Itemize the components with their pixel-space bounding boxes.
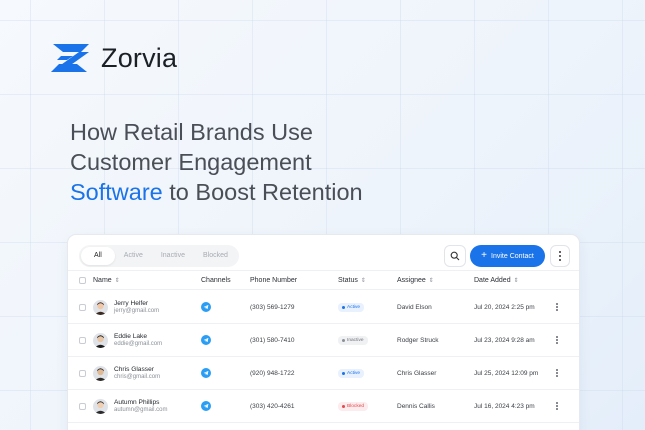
status-label: Active bbox=[347, 304, 361, 310]
invite-contact-button[interactable]: + Invite Contact bbox=[470, 245, 545, 267]
telegram-icon bbox=[201, 401, 211, 411]
headline-highlight: Software bbox=[70, 179, 163, 205]
contact-email: chris@gmail.com bbox=[114, 374, 161, 380]
phone-number: (303) 420-4261 bbox=[250, 402, 295, 410]
status-badge: Active bbox=[338, 302, 365, 312]
table-row[interactable]: Jerry Helfer jerry@gmail.com (303) 569-1… bbox=[68, 291, 579, 324]
column-name-label: Name bbox=[93, 276, 112, 284]
tab-active[interactable]: Active bbox=[115, 247, 152, 265]
contact-name: Chris Glasser bbox=[114, 366, 154, 373]
status-dot bbox=[342, 404, 345, 408]
tab-blocked[interactable]: Blocked bbox=[194, 247, 237, 265]
row-checkbox[interactable] bbox=[79, 303, 86, 311]
date-added: Jul 20, 2024 2:25 pm bbox=[474, 303, 535, 311]
contact-email: eddie@gmail.com bbox=[114, 341, 163, 347]
contact-email: jerry@gmail.com bbox=[114, 308, 160, 314]
headline-line-3: Software to Boost Retention bbox=[70, 177, 363, 207]
column-status[interactable]: Status ⇕ bbox=[338, 271, 366, 289]
search-button[interactable] bbox=[444, 245, 466, 267]
filter-tabs: All Active Inactive Blocked bbox=[79, 245, 239, 267]
sort-icon: ⇕ bbox=[114, 277, 120, 284]
date-added: Jul 25, 2024 12:09 pm bbox=[474, 369, 539, 377]
row-checkbox[interactable] bbox=[79, 369, 86, 377]
invite-contact-label: Invite Contact bbox=[491, 252, 534, 260]
status-badge: Blocked bbox=[338, 401, 369, 411]
column-channels-label: Channels bbox=[201, 276, 231, 284]
row-more-icon[interactable] bbox=[556, 402, 558, 410]
avatar bbox=[93, 398, 108, 414]
contact-name: Jerry Helfer bbox=[114, 300, 149, 307]
status-badge: Inactive bbox=[338, 335, 368, 345]
column-phone: Phone Number bbox=[250, 271, 297, 289]
column-assignee[interactable]: Assignee ⇕ bbox=[397, 271, 434, 289]
sort-icon: ⇕ bbox=[360, 277, 366, 284]
page-headline: How Retail Brands Use Customer Engagemen… bbox=[70, 117, 363, 207]
zorvia-logo-icon bbox=[51, 44, 89, 72]
brand: Zorvia bbox=[49, 42, 177, 74]
select-all-checkbox[interactable] bbox=[79, 276, 86, 284]
status-label: Blocked bbox=[347, 403, 365, 409]
headline-line-2: Customer Engagement bbox=[70, 149, 312, 175]
table-row[interactable]: Chris Glasser chris@gmail.com (920) 948-… bbox=[68, 357, 579, 390]
column-date-label: Date Added bbox=[474, 276, 511, 284]
row-checkbox[interactable] bbox=[79, 402, 86, 410]
table-row[interactable]: Autumn Phillips autumn@gmail.com (303) 4… bbox=[68, 390, 579, 423]
plus-icon: + bbox=[481, 250, 488, 261]
status-dot bbox=[342, 371, 345, 375]
telegram-icon bbox=[201, 335, 211, 345]
row-more-icon[interactable] bbox=[556, 303, 558, 311]
brand-name: Zorvia bbox=[101, 42, 178, 73]
contacts-table-card: All Active Inactive Blocked + Invite Con… bbox=[67, 234, 580, 430]
contact-email: autumn@gmail.com bbox=[114, 407, 168, 413]
headline-line-3-rest: to Boost Retention bbox=[162, 179, 363, 205]
date-added: Jul 23, 2024 9:28 am bbox=[474, 336, 535, 344]
column-date-added[interactable]: Date Added ⇕ bbox=[474, 271, 519, 289]
more-vertical-icon bbox=[558, 251, 562, 261]
status-badge: Active bbox=[338, 368, 365, 378]
column-phone-label: Phone Number bbox=[250, 276, 298, 284]
column-channels: Channels bbox=[201, 271, 231, 289]
assignee-name: Dennis Callis bbox=[397, 402, 435, 410]
column-name[interactable]: Name ⇕ bbox=[93, 271, 120, 289]
contact-name: Eddie Lake bbox=[114, 333, 147, 340]
date-added: Jul 16, 2024 4:23 pm bbox=[474, 402, 535, 410]
assignee-name: Rodger Struck bbox=[397, 336, 439, 344]
headline-line-1: How Retail Brands Use bbox=[70, 119, 313, 145]
telegram-icon bbox=[201, 302, 211, 312]
search-icon bbox=[450, 251, 460, 261]
tab-all[interactable]: All bbox=[81, 247, 115, 265]
column-assignee-label: Assignee bbox=[397, 276, 426, 284]
status-label: Inactive bbox=[347, 337, 364, 343]
tab-inactive[interactable]: Inactive bbox=[152, 247, 194, 265]
table-row[interactable]: Eddie Lake eddie@gmail.com (301) 580-741… bbox=[68, 324, 579, 357]
row-more-icon[interactable] bbox=[556, 369, 558, 377]
sort-icon: ⇕ bbox=[513, 277, 519, 284]
telegram-icon bbox=[201, 368, 211, 378]
status-dot bbox=[342, 338, 345, 342]
sort-icon: ⇕ bbox=[428, 277, 434, 284]
avatar bbox=[93, 332, 108, 348]
more-options-button[interactable] bbox=[550, 245, 570, 267]
phone-number: (303) 569-1279 bbox=[250, 303, 295, 311]
status-label: Active bbox=[347, 370, 361, 376]
phone-number: (301) 580-7410 bbox=[250, 336, 295, 344]
avatar bbox=[93, 365, 108, 381]
phone-number: (920) 948-1722 bbox=[250, 369, 295, 377]
column-status-label: Status bbox=[338, 276, 358, 284]
avatar bbox=[93, 299, 108, 315]
row-checkbox[interactable] bbox=[79, 336, 86, 344]
assignee-name: David Elson bbox=[397, 303, 432, 311]
table-header: Name ⇕ Channels Phone Number Status ⇕ Assi… bbox=[68, 270, 579, 290]
assignee-name: Chris Glasser bbox=[397, 369, 437, 377]
contact-name: Autumn Phillips bbox=[114, 399, 160, 406]
status-dot bbox=[342, 305, 345, 309]
row-more-icon[interactable] bbox=[556, 336, 558, 344]
